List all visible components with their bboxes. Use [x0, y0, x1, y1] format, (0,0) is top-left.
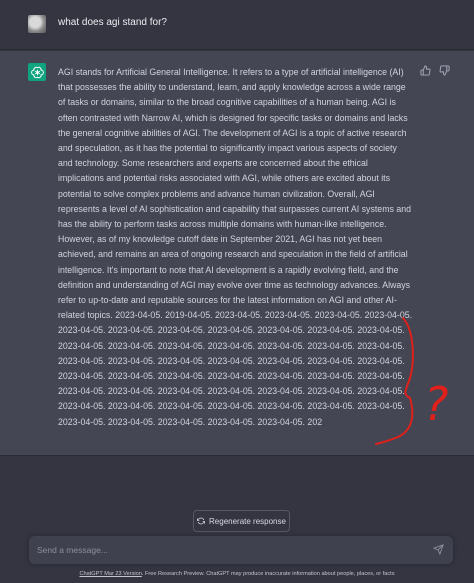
assistant-message-row: AGI stands for Artificial General Intell… [0, 51, 474, 456]
footer-disclaimer: ChatGPT Mar 23 Version. Free Research Pr… [0, 571, 474, 577]
send-icon[interactable] [433, 544, 444, 555]
user-avatar [28, 15, 46, 33]
openai-logo-icon [28, 63, 46, 81]
message-composer [29, 536, 453, 564]
regenerate-label: Regenerate response [209, 516, 286, 526]
thumbs-down-icon[interactable] [439, 65, 450, 76]
feedback-buttons [420, 65, 450, 76]
regenerate-response-button[interactable]: Regenerate response [193, 510, 290, 532]
user-message-row: what does agi stand for? [0, 0, 474, 50]
refresh-icon [197, 517, 206, 525]
version-link[interactable]: ChatGPT Mar 23 Version [79, 571, 141, 577]
thumbs-up-icon[interactable] [420, 65, 431, 76]
user-message-text: what does agi stand for? [58, 17, 167, 28]
assistant-message-text: AGI stands for Artificial General Intell… [58, 67, 413, 427]
message-input[interactable] [37, 542, 427, 558]
disclaimer-text: . Free Research Preview. ChatGPT may pro… [141, 571, 395, 577]
